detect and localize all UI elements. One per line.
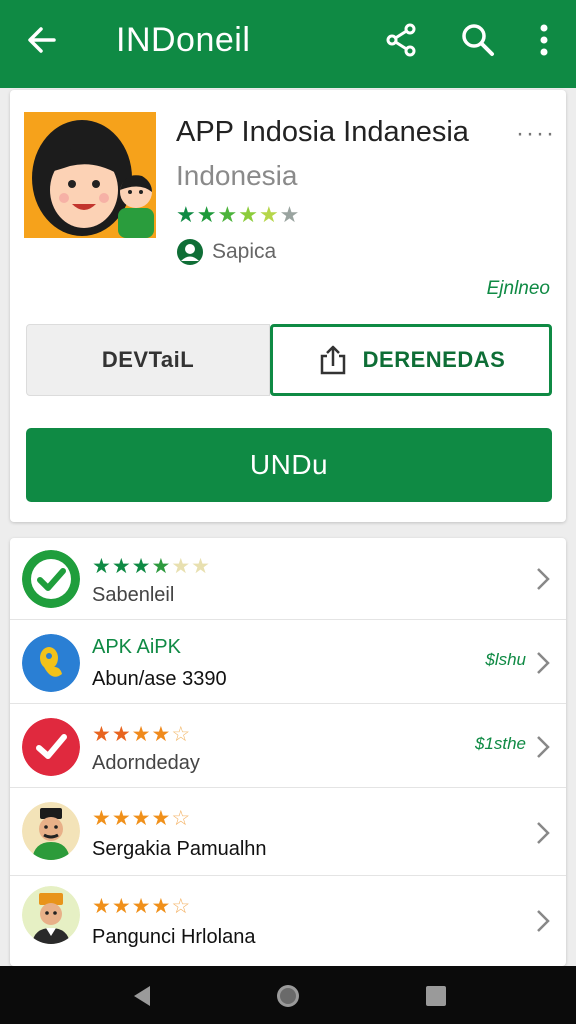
arrow-back-icon[interactable] xyxy=(22,20,62,60)
nav-back-icon[interactable] xyxy=(128,982,156,1010)
star-icon: ★ xyxy=(217,202,239,227)
tab-detail[interactable]: DEVTaiL xyxy=(26,324,270,396)
star-icon: ★ xyxy=(176,202,197,227)
list-item[interactable]: ★★★★☆ Adorndeday $1sthe xyxy=(10,706,566,788)
chevron-right-icon xyxy=(537,568,550,590)
segmented-control: DEVTaiL DERENEDAS xyxy=(26,324,552,396)
cartoon-family-avatar-icon xyxy=(24,112,156,238)
rating-stars: ★★★★☆ xyxy=(92,723,192,746)
share-box-icon xyxy=(320,345,345,375)
list-item[interactable]: ★★★★★★ Sabenleil xyxy=(10,538,566,620)
search-icon[interactable] xyxy=(458,20,498,60)
chevron-right-icon xyxy=(537,822,550,844)
green-check-icon xyxy=(22,550,80,608)
tab-share[interactable]: DERENEDAS xyxy=(270,324,552,396)
side-link[interactable]: Ejnlneo xyxy=(470,278,550,300)
list-item-subtitle: Pangunci Hrlolana xyxy=(92,926,256,948)
app-rating-stars: ★★★★★★ xyxy=(176,202,300,228)
developer-avatar-icon xyxy=(177,239,203,265)
list-item-subtitle: Sergakia Pamualhn xyxy=(92,838,267,860)
chevron-right-icon xyxy=(537,736,550,758)
man-avatar-icon xyxy=(22,802,80,860)
rating-stars: ★★★★★★ xyxy=(92,555,211,578)
overflow-menu-icon[interactable]: ···· xyxy=(516,120,556,148)
star-icon: ★ xyxy=(196,202,218,227)
share-icon[interactable] xyxy=(382,20,422,60)
star-icon: ★ xyxy=(279,202,301,227)
chevron-right-icon xyxy=(537,910,550,932)
list-item-title: APK AiPK xyxy=(92,636,181,658)
app-subtitle: Indonesia xyxy=(176,160,298,191)
app-bar: INDoneil xyxy=(0,0,576,88)
app-name: APP Indosia Indanesia xyxy=(176,116,469,148)
rating-stars: ★★★★☆ xyxy=(92,895,192,918)
tab-share-label: DERENEDAS xyxy=(362,347,506,372)
list-item-subtitle: Adorndeday xyxy=(92,752,200,774)
red-check-icon xyxy=(22,718,80,776)
star-icon: ★ xyxy=(238,202,259,227)
list-item[interactable]: ★★★★☆ Sergakia Pamualhn xyxy=(10,790,566,876)
nav-recents-icon[interactable] xyxy=(422,982,450,1010)
system-nav-bar xyxy=(0,966,576,1024)
chevron-right-icon xyxy=(537,652,550,674)
app-bar-title: INDoneil xyxy=(116,21,251,59)
list-item[interactable]: ★★★★☆ Pangunci Hrlolana xyxy=(10,878,566,966)
more-vert-icon[interactable] xyxy=(528,20,560,60)
rating-stars: ★★★★☆ xyxy=(92,807,192,830)
star-icon: ★ xyxy=(258,202,280,227)
list-item[interactable]: APK AiPK Abun/ase 3390 $lshu xyxy=(10,622,566,704)
app-detail-card: APP Indosia Indanesia Indonesia ★★★★★★ S… xyxy=(10,90,566,522)
list-item-price: $lshu xyxy=(485,650,526,669)
related-apps-list: ★★★★★★ Sabenleil APK AiPK Abun/ase 3390 … xyxy=(10,538,566,966)
boy-avatar-icon xyxy=(22,886,80,944)
list-item-subtitle: Abun/ase 3390 xyxy=(92,668,227,690)
nav-home-icon[interactable] xyxy=(274,982,302,1010)
developer-name[interactable]: Sapica xyxy=(212,240,276,264)
install-button[interactable]: UNDu xyxy=(26,428,552,502)
list-item-price: $1sthe xyxy=(474,734,526,753)
blue-app-icon xyxy=(22,634,80,692)
list-item-subtitle: Sabenleil xyxy=(92,584,175,606)
